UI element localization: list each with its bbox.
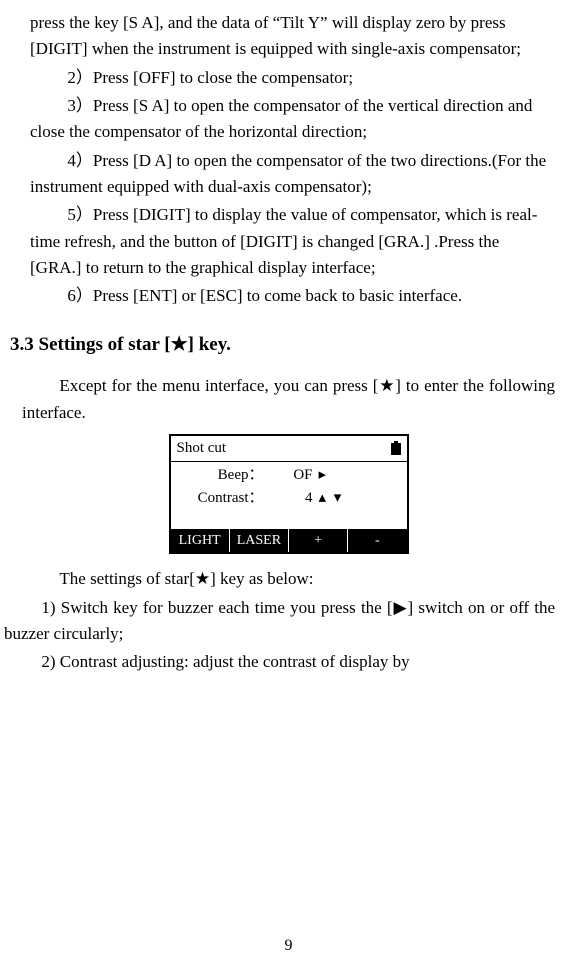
- lcd-beep-value: OF: [264, 464, 319, 487]
- paragraph-7: Except for the menu interface, you can p…: [20, 373, 557, 426]
- lcd-beep-arrow-icon: ▸: [319, 464, 399, 487]
- lcd-screen: Shot cut Beep： OF ▸ Contrast： 4 ▴ ▾ LIGH…: [169, 434, 409, 554]
- lcd-contrast-arrows-icon: ▴ ▾: [319, 487, 399, 510]
- lcd-title-text: Shot cut: [177, 437, 227, 460]
- lcd-laser-button[interactable]: LASER: [230, 529, 289, 553]
- paragraph-2: 2）Press [OFF] to close the compensator;: [30, 65, 547, 91]
- paragraph-1: press the key [S A], and the data of “Ti…: [30, 10, 547, 63]
- paragraph-3: 3）Press [S A] to open the compensator of…: [30, 93, 547, 146]
- lcd-plus-button[interactable]: +: [289, 529, 348, 553]
- paragraph-6: 6）Press [ENT] or [ESC] to come back to b…: [30, 283, 547, 309]
- paragraph-8: The settings of star[★] key as below:: [20, 566, 557, 592]
- lcd-light-button[interactable]: LIGHT: [171, 529, 230, 553]
- section-heading: 3.3 Settings of star [★] key.: [10, 330, 557, 359]
- page-number: 9: [0, 934, 577, 959]
- lcd-body: Beep： OF ▸ Contrast： 4 ▴ ▾: [171, 462, 407, 529]
- paragraph-4: 4）Press [D A] to open the compensator of…: [30, 148, 547, 201]
- lcd-minus-button[interactable]: -: [348, 529, 406, 553]
- lcd-contrast-value: 4: [264, 487, 319, 510]
- lcd-footer: LIGHT LASER + -: [171, 529, 407, 553]
- lcd-contrast-label: Contrast：: [179, 487, 264, 510]
- lcd-titlebar: Shot cut: [171, 436, 407, 462]
- lcd-beep-label: Beep：: [179, 464, 264, 487]
- lcd-row-contrast: Contrast： 4 ▴ ▾: [179, 487, 399, 510]
- paragraph-9: 1) Switch key for buzzer each time you p…: [2, 595, 557, 648]
- paragraph-10: 2) Contrast adjusting: adjust the contra…: [2, 649, 557, 675]
- paragraph-5: 5）Press [DIGIT] to display the value of …: [30, 202, 547, 281]
- lcd-row-beep: Beep： OF ▸: [179, 464, 399, 487]
- battery-icon: [391, 443, 401, 455]
